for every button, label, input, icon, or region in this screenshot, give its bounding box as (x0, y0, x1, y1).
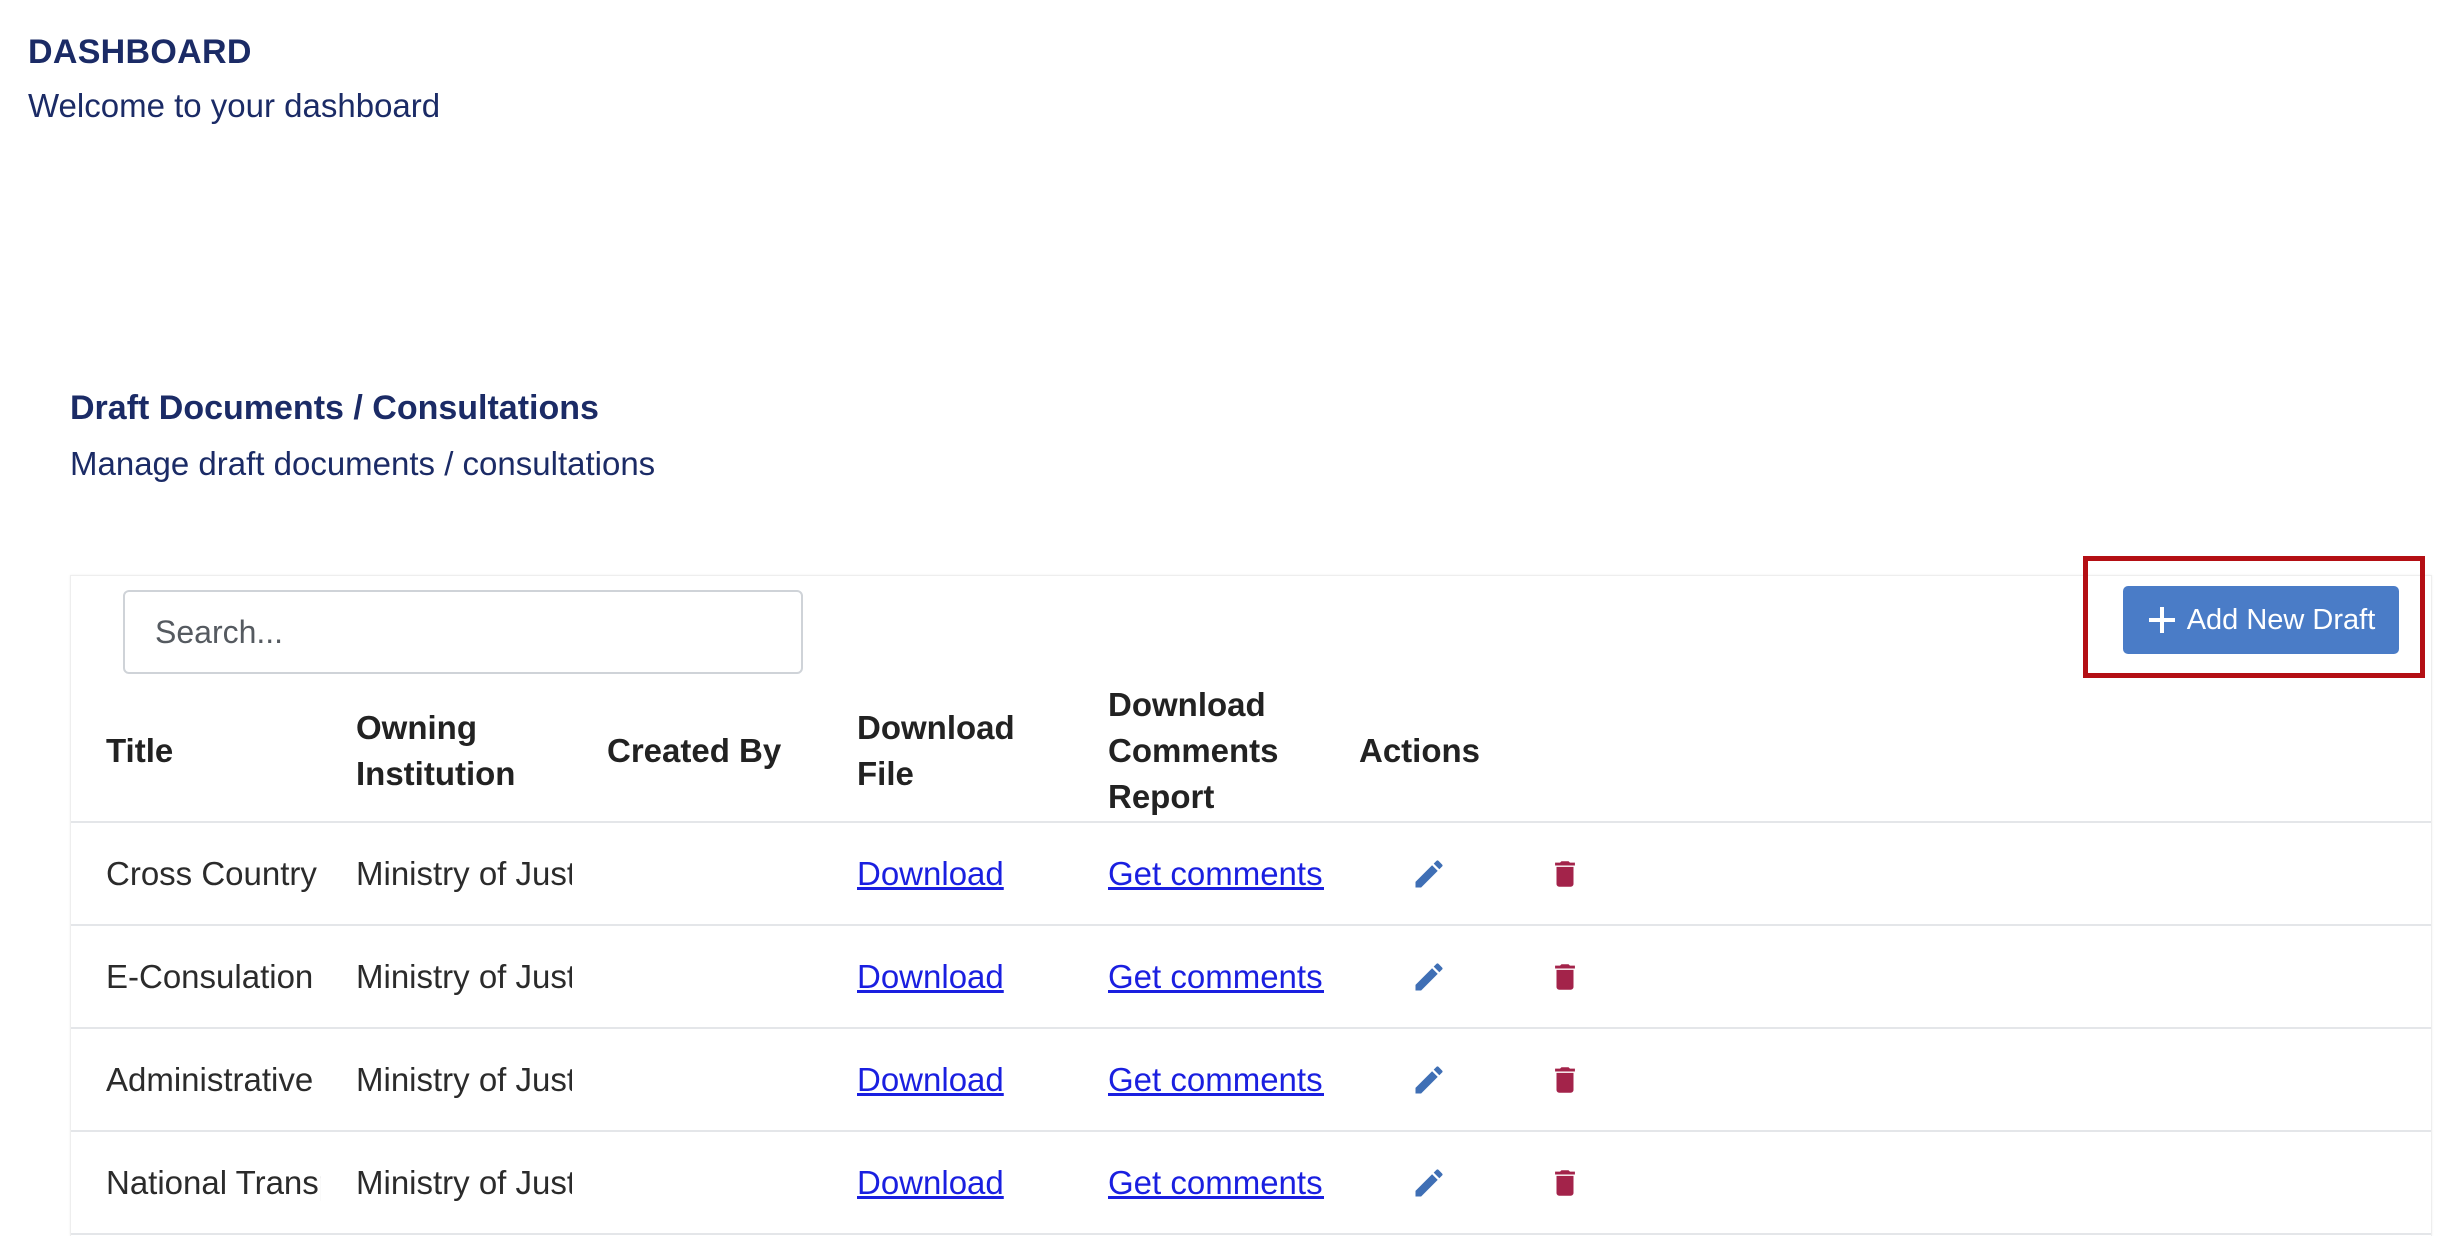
download-file-link[interactable]: Download (857, 855, 1004, 892)
row-owning-institution: Ministry of Justice (321, 1131, 572, 1235)
row-actions (1324, 1028, 2431, 1132)
pencil-icon[interactable] (1409, 957, 1449, 997)
row-download-file-cell: Download (822, 925, 1073, 1029)
row-created-by (572, 1131, 822, 1235)
row-owning-institution: Ministry of Justice (321, 1028, 572, 1132)
pencil-icon[interactable] (1409, 1060, 1449, 1100)
search-input[interactable] (153, 612, 773, 652)
add-new-draft-label: Add New Draft (2186, 603, 2376, 636)
row-actions (1324, 1131, 2431, 1235)
pencil-icon[interactable] (1409, 854, 1449, 894)
page-header: DASHBOARD Welcome to your dashboard (28, 30, 440, 128)
table-row: E-Consulation Procla Ministry of Justice… (71, 925, 2431, 1029)
trash-icon[interactable] (1545, 957, 1585, 997)
search-box (123, 590, 803, 674)
trash-icon[interactable] (1545, 1163, 1585, 1203)
download-file-link[interactable]: Download (857, 958, 1004, 995)
table-row: Administrative Procl Ministry of Justice… (71, 1028, 2431, 1132)
comments-report-link[interactable]: Get comments report (1108, 1164, 1324, 1201)
row-download-file-cell: Download (822, 1028, 1073, 1132)
page-title: DASHBOARD (28, 33, 252, 71)
comments-report-link[interactable]: Get comments report (1108, 958, 1324, 995)
row-title: Administrative Procl (71, 1028, 321, 1132)
column-header-owning-institution[interactable]: Owning Institution (321, 681, 572, 823)
row-comments-report-cell: Get comments report (1073, 1131, 1324, 1235)
row-download-file-cell: Download (822, 1131, 1073, 1235)
comments-report-link[interactable]: Get comments report (1108, 855, 1324, 892)
row-title: E-Consulation Procla (71, 925, 321, 1029)
row-created-by (572, 1028, 822, 1132)
row-owning-institution: Ministry of Justice (321, 822, 572, 926)
column-header-download-file[interactable]: Download File (822, 681, 1073, 823)
plus-icon (2147, 605, 2177, 635)
add-draft-highlight: Add New Draft (2083, 556, 2425, 678)
trash-icon[interactable] (1545, 854, 1585, 894)
add-new-draft-button[interactable]: Add New Draft (2123, 586, 2399, 654)
download-file-link[interactable]: Download (857, 1164, 1004, 1201)
row-actions (1324, 822, 2431, 926)
download-file-link[interactable]: Download (857, 1061, 1004, 1098)
table-row: National Transport R Ministry of Justice… (71, 1131, 2431, 1235)
section-header: Draft Documents / Consultations Manage d… (70, 386, 655, 486)
comments-report-link[interactable]: Get comments report (1108, 1061, 1324, 1098)
trash-icon[interactable] (1545, 1060, 1585, 1100)
row-created-by (572, 822, 822, 926)
pencil-icon[interactable] (1409, 1163, 1449, 1203)
column-header-title[interactable]: Title (71, 681, 321, 823)
page-subtitle: Welcome to your dashboard (28, 87, 441, 124)
table-header-row: Title Owning Institution Created By Down… (71, 681, 2431, 823)
row-title: National Transport R (71, 1131, 321, 1235)
row-created-by (572, 925, 822, 1029)
column-header-created-by[interactable]: Created By (572, 681, 822, 823)
column-header-actions: Actions (1324, 681, 2431, 823)
section-title: Draft Documents / Consultations (70, 389, 599, 427)
row-comments-report-cell: Get comments report (1073, 822, 1324, 926)
column-header-download-comments-report[interactable]: Download Comments Report (1073, 681, 1324, 823)
row-actions (1324, 925, 2431, 1029)
row-owning-institution: Ministry of Justice (321, 925, 572, 1029)
row-title: Cross Country Transp (71, 822, 321, 926)
row-comments-report-cell: Get comments report (1073, 925, 1324, 1029)
section-subtitle: Manage draft documents / consultations (70, 445, 656, 482)
table-row: Cross Country Transp Ministry of Justice… (71, 822, 2431, 926)
drafts-card: Add New Draft Title Owning Institution C… (70, 556, 2432, 1236)
row-comments-report-cell: Get comments report (1073, 1028, 1324, 1132)
row-download-file-cell: Download (822, 822, 1073, 926)
drafts-table: Title Owning Institution Created By Down… (71, 681, 2431, 1235)
